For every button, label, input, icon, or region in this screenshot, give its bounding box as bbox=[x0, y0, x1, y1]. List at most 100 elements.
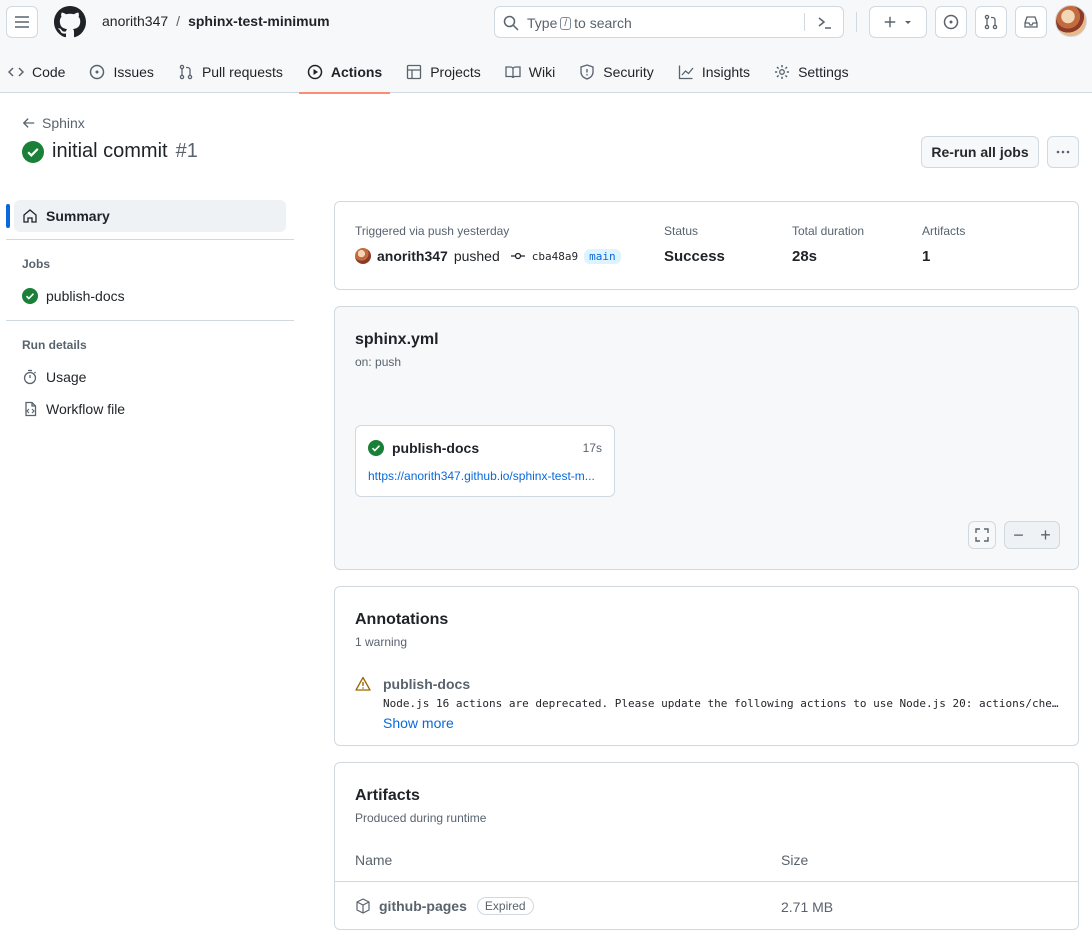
breadcrumb: anorith347 / sphinx-test-minimum bbox=[102, 13, 330, 29]
more-options-button[interactable] bbox=[1047, 136, 1079, 168]
expired-badge: Expired bbox=[476, 897, 534, 915]
sidebar-item-usage[interactable]: Usage bbox=[14, 361, 286, 393]
tab-pull-requests[interactable]: Pull requests bbox=[170, 50, 291, 93]
usage-label: Usage bbox=[46, 369, 87, 385]
tab-wiki[interactable]: Wiki bbox=[497, 50, 563, 93]
tab-insights-label: Insights bbox=[701, 63, 751, 80]
graph-icon bbox=[678, 65, 694, 79]
repo-name-link[interactable]: sphinx-test-minimum bbox=[188, 13, 330, 29]
actor-avatar bbox=[355, 248, 371, 264]
search-icon bbox=[503, 15, 519, 31]
create-new-button[interactable] bbox=[869, 6, 927, 38]
screen-full-icon bbox=[975, 528, 989, 542]
search-input[interactable]: Type / to search bbox=[494, 6, 844, 38]
pull-request-icon bbox=[984, 14, 998, 30]
tab-issues[interactable]: Issues bbox=[81, 50, 161, 93]
tab-projects-label: Projects bbox=[430, 63, 481, 80]
column-header-name: Name bbox=[355, 852, 393, 868]
show-more-link[interactable]: Show more bbox=[383, 715, 454, 731]
github-logo-icon[interactable] bbox=[54, 6, 86, 38]
run-details-heading: Run details bbox=[22, 338, 87, 352]
command-palette-icon[interactable] bbox=[817, 15, 833, 31]
inbox-icon bbox=[1024, 16, 1038, 28]
shield-icon bbox=[580, 63, 594, 80]
back-to-workflow-link[interactable]: Sphinx bbox=[22, 115, 85, 131]
status-value: Success bbox=[664, 248, 725, 265]
sidebar-item-publish-docs[interactable]: publish-docs bbox=[14, 280, 286, 312]
sidebar-divider bbox=[6, 239, 294, 240]
menu-icon bbox=[15, 16, 29, 28]
tab-pull-requests-label: Pull requests bbox=[201, 63, 283, 80]
tab-insights[interactable]: Insights bbox=[670, 50, 758, 93]
book-icon bbox=[505, 65, 521, 78]
tab-actions[interactable]: Actions bbox=[298, 50, 391, 94]
issue-icon bbox=[943, 14, 959, 30]
artifacts-subtitle: Produced during runtime bbox=[355, 811, 487, 825]
run-number: #1 bbox=[175, 140, 198, 162]
table-row: github-pages Expired bbox=[355, 897, 534, 915]
home-icon bbox=[23, 209, 37, 223]
job-node-publish-docs[interactable]: publish-docs 17s https://anorith347.gith… bbox=[355, 425, 615, 497]
search-text-before: Type bbox=[527, 15, 558, 31]
check-circle-fill-icon bbox=[22, 288, 38, 304]
workflow-trigger: on: push bbox=[355, 355, 402, 369]
tab-settings[interactable]: Settings bbox=[766, 50, 857, 93]
app-header: anorith347 / sphinx-test-minimum Type / … bbox=[0, 0, 1092, 94]
tab-issues-label: Issues bbox=[113, 63, 154, 80]
table-divider bbox=[335, 881, 1078, 882]
tab-wiki-label: Wiki bbox=[528, 63, 556, 80]
tab-code[interactable]: Code bbox=[0, 50, 73, 93]
table-icon bbox=[407, 64, 422, 79]
issue-icon bbox=[90, 64, 105, 79]
commit-sha-link[interactable]: cba48a9 bbox=[532, 250, 578, 263]
artifacts-count-label: Artifacts bbox=[922, 224, 966, 238]
user-avatar[interactable] bbox=[1055, 5, 1087, 37]
artifact-name: github-pages bbox=[379, 898, 467, 914]
pull-requests-button[interactable] bbox=[975, 6, 1007, 38]
zoom-controls: − + bbox=[1004, 521, 1060, 549]
issues-button[interactable] bbox=[935, 6, 967, 38]
branch-badge[interactable]: main bbox=[584, 248, 621, 264]
workflow-graph-card: sphinx.yml on: push publish-docs 17s htt… bbox=[334, 306, 1079, 570]
workflow-file-name: sphinx.yml bbox=[355, 331, 439, 348]
zoom-in-button[interactable]: + bbox=[1032, 522, 1059, 548]
zoom-out-button[interactable]: − bbox=[1005, 522, 1032, 548]
job-node-duration: 17s bbox=[582, 441, 602, 455]
inbox-button[interactable] bbox=[1015, 6, 1047, 38]
sidebar-divider bbox=[6, 320, 294, 321]
commit-line: anorith347 pushed cba48a9 main bbox=[355, 248, 621, 264]
sidebar-item-summary[interactable]: Summary bbox=[14, 200, 286, 232]
rerun-button-label: Re-run all jobs bbox=[931, 144, 1029, 160]
push-action-text: pushed bbox=[453, 248, 500, 264]
annotation-job-link[interactable]: publish-docs bbox=[383, 676, 470, 692]
tab-security[interactable]: Security bbox=[571, 50, 662, 93]
tab-projects[interactable]: Projects bbox=[398, 50, 489, 93]
actor-link[interactable]: anorith347 bbox=[377, 248, 448, 264]
fullscreen-button[interactable] bbox=[968, 521, 996, 549]
duration-value[interactable]: 28s bbox=[792, 248, 817, 265]
tab-security-label: Security bbox=[603, 63, 654, 80]
sidebar-item-workflow-file[interactable]: Workflow file bbox=[14, 393, 286, 425]
git-commit-icon bbox=[510, 252, 525, 260]
kebab-horizontal-icon bbox=[1056, 150, 1070, 154]
check-circle-fill-icon bbox=[368, 440, 384, 456]
play-icon bbox=[307, 64, 323, 79]
arrow-left-icon bbox=[22, 118, 35, 128]
job-deploy-url-link[interactable]: https://anorith347.github.io/sphinx-test… bbox=[368, 469, 595, 483]
tab-code-label: Code bbox=[32, 63, 66, 80]
run-title: initial commit bbox=[52, 140, 168, 162]
search-shortcut-key: / bbox=[560, 16, 572, 30]
repo-owner-link[interactable]: anorith347 bbox=[102, 13, 168, 29]
job-node-name: publish-docs bbox=[392, 440, 480, 456]
annotations-count: 1 warning bbox=[355, 635, 408, 649]
rerun-all-jobs-button[interactable]: Re-run all jobs bbox=[921, 136, 1039, 168]
plus-icon bbox=[884, 16, 896, 28]
package-icon bbox=[356, 898, 370, 914]
tab-actions-label: Actions bbox=[330, 63, 383, 80]
hamburger-menu-button[interactable] bbox=[6, 6, 38, 38]
search-divider bbox=[804, 13, 805, 31]
artifacts-count-value[interactable]: 1 bbox=[922, 248, 930, 265]
pull-request-icon bbox=[179, 64, 193, 79]
search-text-after: to search bbox=[574, 15, 632, 31]
trigger-text: Triggered via push yesterday bbox=[355, 224, 510, 238]
